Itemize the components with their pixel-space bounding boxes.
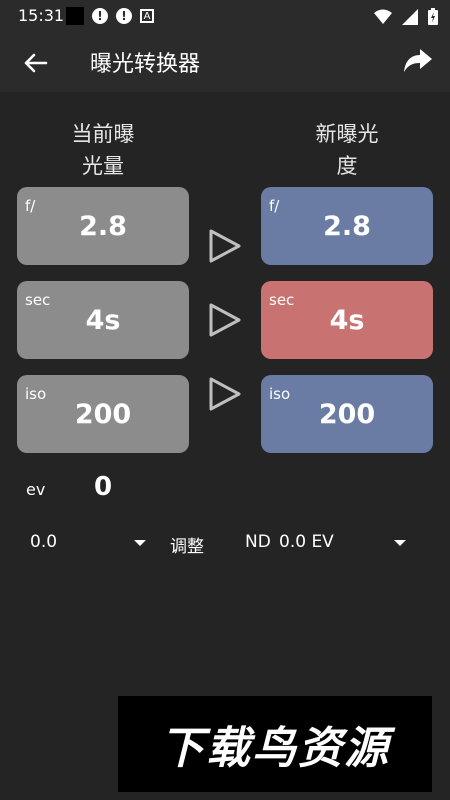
nd-dropdown-value: 0.0 EV	[279, 532, 334, 552]
current-aperture-value: 2.8	[79, 211, 127, 242]
alert-icon: !	[116, 8, 132, 24]
page-title: 曝光转换器	[90, 52, 201, 77]
new-aperture-box[interactable]: f/ 2.8	[261, 187, 433, 265]
new-exposure-header: 新曝光 度	[261, 118, 433, 182]
new-iso-box[interactable]: iso 200	[261, 375, 433, 453]
current-shutter-value: 4s	[85, 305, 121, 336]
nd-dropdown[interactable]: 0.0 EV	[279, 532, 334, 552]
dropdown-caret-icon[interactable]	[394, 540, 406, 546]
current-aperture-box[interactable]: f/ 2.8	[17, 187, 189, 265]
play-arrow-icon	[209, 229, 241, 263]
notification-icons: ! ! A	[66, 7, 154, 25]
ev-label: ev	[26, 480, 46, 499]
adjust-dropdown-value: 0.0	[30, 532, 58, 552]
battery-icon	[428, 8, 438, 25]
status-bar: 15:31 ! ! A	[0, 0, 450, 32]
adjust-dropdown[interactable]: 0.0	[30, 532, 57, 552]
nd-label: ND	[245, 532, 271, 552]
current-exposure-header-text: 当前曝 光量	[71, 122, 135, 178]
back-arrow-icon[interactable]	[20, 48, 50, 78]
new-shutter-box[interactable]: sec 4s	[261, 281, 433, 359]
share-icon[interactable]	[402, 46, 434, 78]
keyboard-icon: A	[140, 9, 154, 23]
current-iso-box[interactable]: iso 200	[17, 375, 189, 453]
new-exposure-header-text: 新曝光 度	[315, 122, 379, 178]
alert-icon: !	[92, 8, 108, 24]
new-shutter-value: 4s	[329, 305, 365, 336]
signal-icon	[402, 8, 418, 25]
current-exposure-header: 当前曝 光量	[17, 118, 189, 182]
system-icons	[374, 8, 438, 25]
play-arrow-icon	[209, 303, 241, 337]
app-notification-icon	[66, 7, 84, 25]
play-arrow-icon	[209, 377, 241, 411]
watermark-logo: 下载鸟资源	[118, 696, 432, 792]
current-iso-value: 200	[74, 399, 132, 430]
dropdown-caret-icon[interactable]	[134, 540, 146, 546]
app-bar: 曝光转换器	[0, 32, 450, 92]
adjust-label: 调整	[170, 537, 204, 557]
new-iso-value: 200	[318, 399, 376, 430]
wifi-icon	[374, 9, 392, 24]
current-shutter-box[interactable]: sec 4s	[17, 281, 189, 359]
status-time: 15:31	[18, 6, 65, 25]
watermark-text: 下载鸟资源	[160, 723, 390, 774]
ev-value: 0	[94, 472, 113, 502]
new-aperture-value: 2.8	[323, 211, 371, 242]
